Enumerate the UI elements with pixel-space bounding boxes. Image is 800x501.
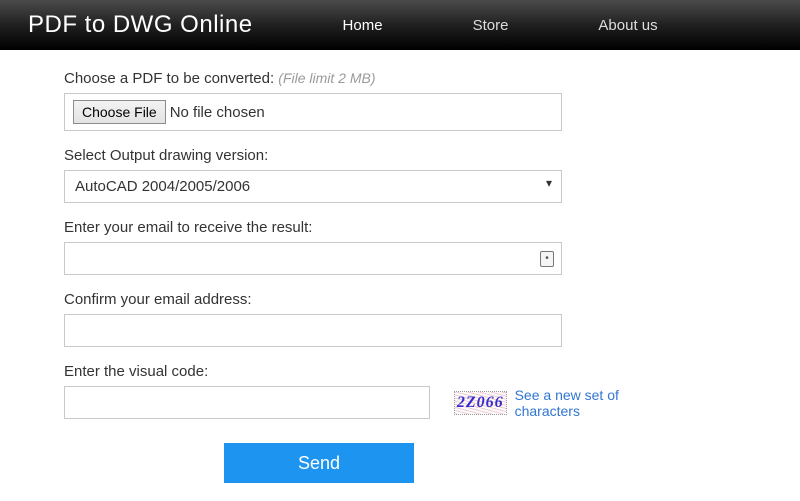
header-bar: PDF to DWG Online Home Store About us <box>0 0 800 50</box>
file-field: Choose a PDF to be converted: (File limi… <box>64 70 640 131</box>
confirm-email-label: Confirm your email address: <box>64 291 640 308</box>
version-select[interactable]: AutoCAD 2004/2005/2006 <box>64 170 562 203</box>
captcha-input[interactable] <box>64 386 430 419</box>
nav-about[interactable]: About us <box>598 17 657 34</box>
file-status-text: No file chosen <box>170 104 265 121</box>
email-input-wrap: • <box>64 242 562 275</box>
version-field: Select Output drawing version: AutoCAD 2… <box>64 147 640 203</box>
captcha-row: 2Z066 See a new set of characters <box>64 386 640 419</box>
email-input[interactable] <box>64 242 562 275</box>
confirm-email-input[interactable] <box>64 314 562 347</box>
file-label: Choose a PDF to be converted: (File limi… <box>64 70 640 87</box>
captcha-label: Enter the visual code: <box>64 363 640 380</box>
nav-home[interactable]: Home <box>343 17 383 34</box>
file-label-text: Choose a PDF to be converted: <box>64 70 274 87</box>
form-container: Choose a PDF to be converted: (File limi… <box>0 50 640 483</box>
email-label: Enter your email to receive the result: <box>64 219 640 236</box>
main-nav: Home Store About us <box>343 17 658 34</box>
brand-title: PDF to DWG Online <box>0 11 253 39</box>
email-field-group: Enter your email to receive the result: … <box>64 219 640 275</box>
version-select-wrap: AutoCAD 2004/2005/2006 <box>64 170 562 203</box>
captcha-refresh-link[interactable]: See a new set of characters <box>515 387 640 419</box>
file-input-row: Choose File No file chosen <box>64 93 562 131</box>
file-hint: (File limit 2 MB) <box>278 70 375 86</box>
version-label: Select Output drawing version: <box>64 147 640 164</box>
captcha-field: Enter the visual code: 2Z066 See a new s… <box>64 363 640 419</box>
captcha-image: 2Z066 <box>454 391 507 415</box>
confirm-email-field-group: Confirm your email address: <box>64 291 640 347</box>
nav-store[interactable]: Store <box>473 17 509 34</box>
choose-file-button[interactable]: Choose File <box>73 100 166 124</box>
send-button[interactable]: Send <box>224 443 414 483</box>
